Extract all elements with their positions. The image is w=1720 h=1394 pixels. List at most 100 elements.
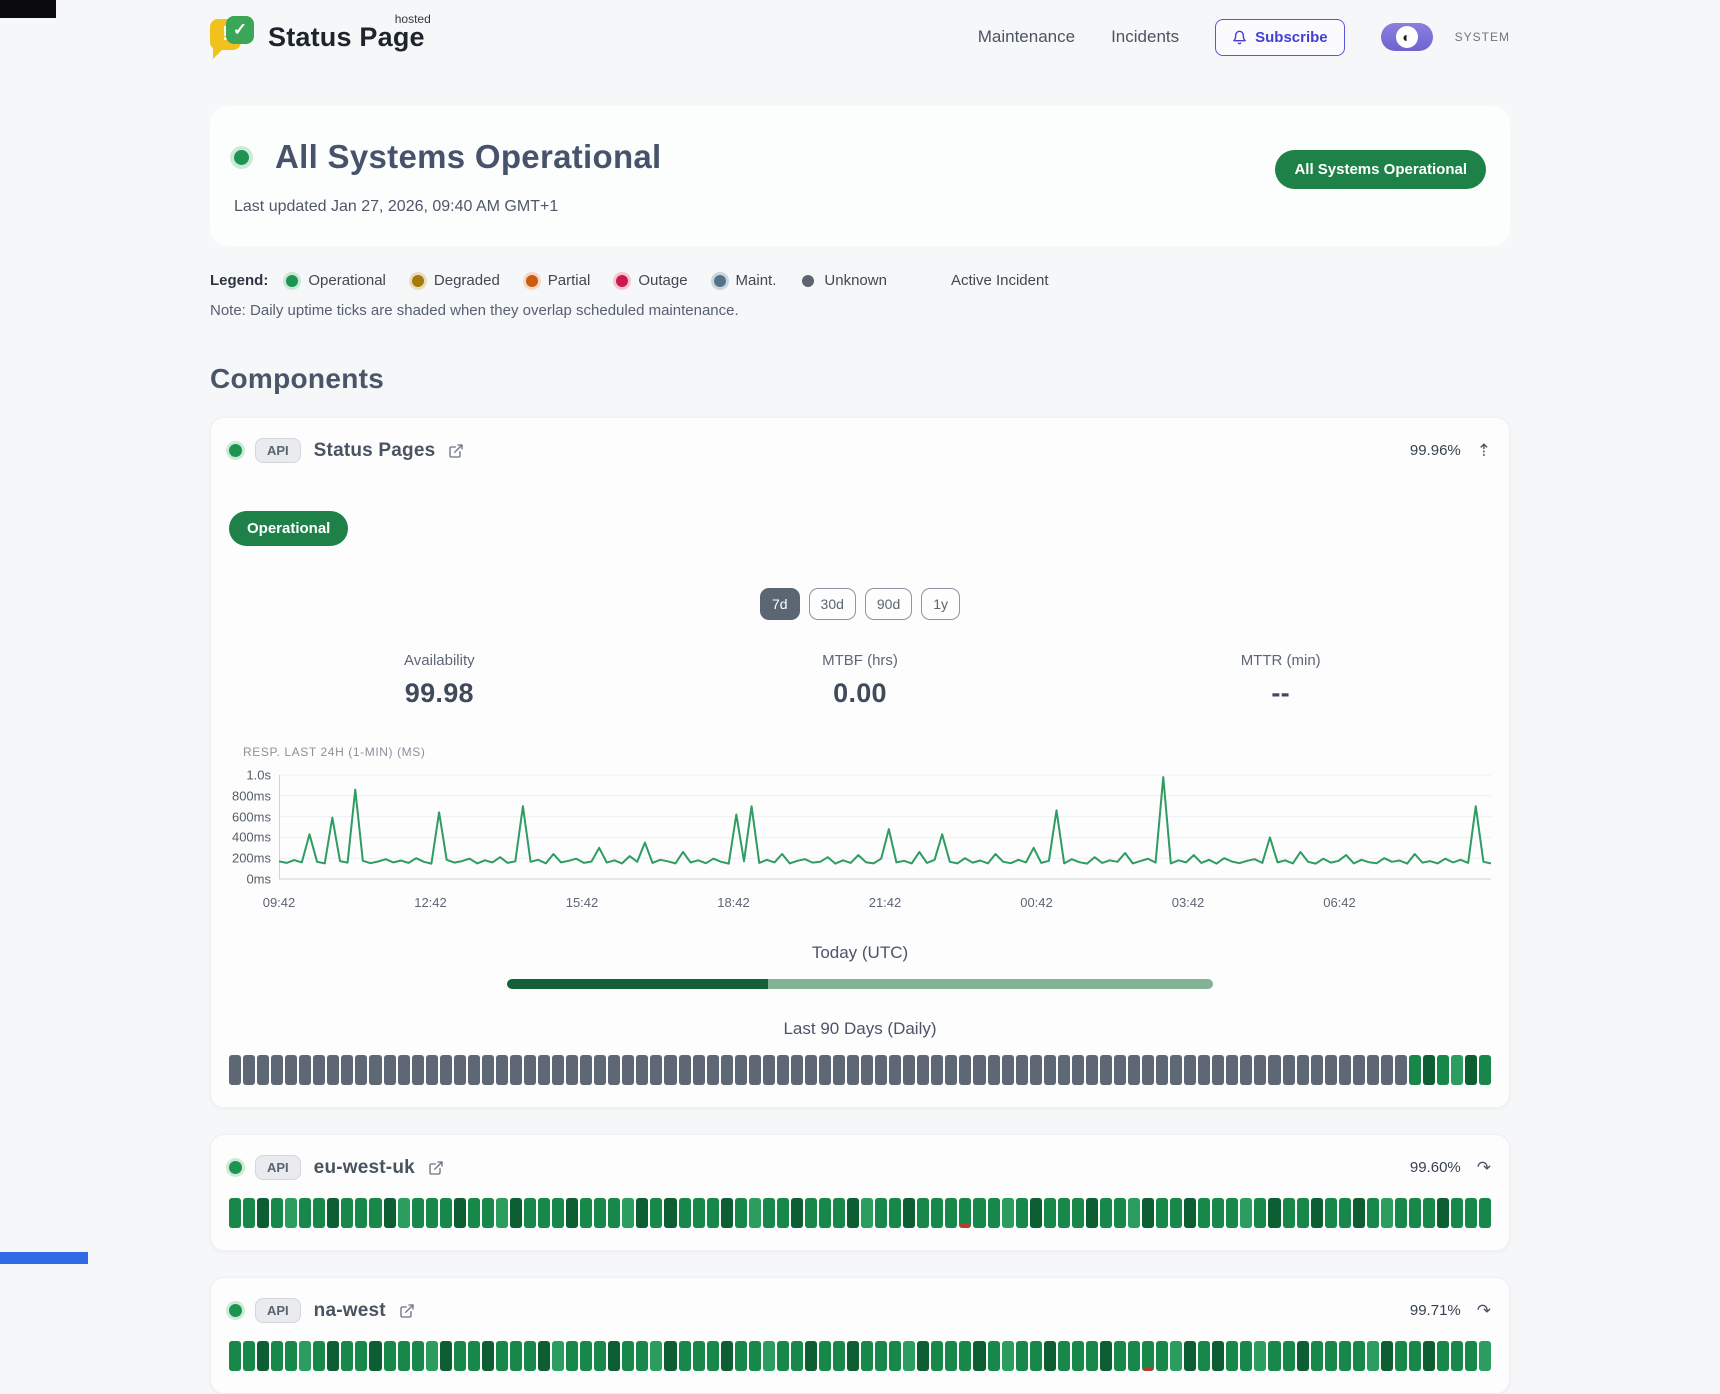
uptime-day-tick[interactable] bbox=[1353, 1055, 1365, 1085]
uptime-day-tick[interactable] bbox=[1240, 1341, 1252, 1371]
uptime-day-tick[interactable] bbox=[1072, 1341, 1084, 1371]
uptime-day-tick[interactable] bbox=[636, 1055, 648, 1085]
uptime-day-tick[interactable] bbox=[369, 1055, 381, 1085]
uptime-day-tick[interactable] bbox=[552, 1341, 564, 1371]
uptime-day-tick[interactable] bbox=[440, 1198, 452, 1228]
uptime-day-tick[interactable] bbox=[313, 1198, 325, 1228]
uptime-day-tick[interactable] bbox=[1226, 1198, 1238, 1228]
uptime-day-tick[interactable] bbox=[1198, 1055, 1210, 1085]
uptime-day-tick[interactable] bbox=[749, 1341, 761, 1371]
uptime-day-tick[interactable] bbox=[1100, 1341, 1112, 1371]
uptime-day-tick[interactable] bbox=[721, 1198, 733, 1228]
uptime-day-tick[interactable] bbox=[847, 1198, 859, 1228]
uptime-day-tick[interactable] bbox=[327, 1198, 339, 1228]
uptime-day-tick[interactable] bbox=[707, 1341, 719, 1371]
uptime-day-tick[interactable] bbox=[1395, 1055, 1407, 1085]
uptime-day-tick[interactable] bbox=[412, 1198, 424, 1228]
external-link-icon[interactable] bbox=[428, 1160, 444, 1176]
uptime-day-tick[interactable] bbox=[257, 1341, 269, 1371]
uptime-day-tick[interactable] bbox=[1142, 1055, 1154, 1085]
uptime-day-tick[interactable] bbox=[524, 1198, 536, 1228]
uptime-day-tick[interactable] bbox=[931, 1055, 943, 1085]
uptime-day-tick[interactable] bbox=[566, 1341, 578, 1371]
uptime-day-tick[interactable] bbox=[1128, 1341, 1140, 1371]
uptime-day-tick[interactable] bbox=[1184, 1055, 1196, 1085]
uptime-day-tick[interactable] bbox=[1409, 1198, 1421, 1228]
uptime-day-tick[interactable] bbox=[1409, 1341, 1421, 1371]
uptime-day-tick[interactable] bbox=[1086, 1198, 1098, 1228]
uptime-day-tick[interactable] bbox=[1212, 1055, 1224, 1085]
uptime-day-tick[interactable] bbox=[805, 1198, 817, 1228]
uptime-day-tick[interactable] bbox=[1072, 1198, 1084, 1228]
uptime-day-tick[interactable] bbox=[735, 1198, 747, 1228]
theme-toggle[interactable]: ◐ bbox=[1381, 23, 1433, 51]
uptime-day-tick[interactable] bbox=[1044, 1055, 1056, 1085]
uptime-day-tick[interactable] bbox=[875, 1198, 887, 1228]
uptime-day-tick[interactable] bbox=[482, 1198, 494, 1228]
uptime-day-tick[interactable] bbox=[1030, 1055, 1042, 1085]
uptime-day-tick[interactable] bbox=[945, 1198, 957, 1228]
uptime-day-tick[interactable] bbox=[243, 1341, 255, 1371]
uptime-day-tick[interactable] bbox=[721, 1055, 733, 1085]
uptime-day-tick[interactable] bbox=[889, 1055, 901, 1085]
uptime-day-tick[interactable] bbox=[468, 1341, 480, 1371]
uptime-day-tick[interactable] bbox=[650, 1055, 662, 1085]
uptime-day-tick[interactable] bbox=[1381, 1198, 1393, 1228]
uptime-day-tick[interactable] bbox=[1465, 1341, 1477, 1371]
uptime-day-tick[interactable] bbox=[1437, 1341, 1449, 1371]
uptime-day-tick[interactable] bbox=[973, 1198, 985, 1228]
uptime-day-tick[interactable] bbox=[369, 1341, 381, 1371]
range-button-90d[interactable]: 90d bbox=[865, 588, 912, 620]
uptime-day-tick[interactable] bbox=[917, 1198, 929, 1228]
uptime-day-tick[interactable] bbox=[594, 1055, 606, 1085]
uptime-day-tick[interactable] bbox=[1002, 1055, 1014, 1085]
uptime-day-tick[interactable] bbox=[1030, 1198, 1042, 1228]
uptime-day-tick[interactable] bbox=[988, 1055, 1000, 1085]
uptime-day-tick[interactable] bbox=[384, 1198, 396, 1228]
uptime-day-tick[interactable] bbox=[1423, 1198, 1435, 1228]
uptime-day-tick[interactable] bbox=[973, 1341, 985, 1371]
uptime-day-tick[interactable] bbox=[496, 1341, 508, 1371]
uptime-day-tick[interactable] bbox=[1114, 1341, 1126, 1371]
uptime-day-tick[interactable] bbox=[679, 1198, 691, 1228]
uptime-day-tick[interactable] bbox=[1297, 1055, 1309, 1085]
uptime-day-tick[interactable] bbox=[454, 1341, 466, 1371]
uptime-day-tick[interactable] bbox=[271, 1341, 283, 1371]
uptime-day-tick[interactable] bbox=[622, 1341, 634, 1371]
uptime-day-tick[interactable] bbox=[917, 1341, 929, 1371]
uptime-day-tick[interactable] bbox=[903, 1341, 915, 1371]
subscribe-button[interactable]: Subscribe bbox=[1215, 19, 1345, 56]
uptime-day-tick[interactable] bbox=[959, 1341, 971, 1371]
uptime-day-tick[interactable] bbox=[1114, 1055, 1126, 1085]
uptime-day-tick[interactable] bbox=[777, 1055, 789, 1085]
uptime-day-tick[interactable] bbox=[1044, 1198, 1056, 1228]
uptime-day-tick[interactable] bbox=[1423, 1055, 1435, 1085]
uptime-day-tick[interactable] bbox=[1184, 1341, 1196, 1371]
uptime-day-tick[interactable] bbox=[1016, 1341, 1028, 1371]
uptime-day-tick[interactable] bbox=[299, 1341, 311, 1371]
uptime-day-tick[interactable] bbox=[1339, 1055, 1351, 1085]
uptime-day-tick[interactable] bbox=[749, 1198, 761, 1228]
uptime-day-tick[interactable] bbox=[1297, 1198, 1309, 1228]
uptime-day-tick[interactable] bbox=[763, 1198, 775, 1228]
uptime-day-tick[interactable] bbox=[1016, 1055, 1028, 1085]
uptime-day-tick[interactable] bbox=[594, 1341, 606, 1371]
uptime-day-tick[interactable] bbox=[468, 1055, 480, 1085]
uptime-day-tick[interactable] bbox=[426, 1055, 438, 1085]
uptime-day-tick[interactable] bbox=[988, 1341, 1000, 1371]
uptime-day-tick[interactable] bbox=[1212, 1198, 1224, 1228]
uptime-day-tick[interactable] bbox=[636, 1341, 648, 1371]
uptime-day-tick[interactable] bbox=[847, 1341, 859, 1371]
uptime-day-tick[interactable] bbox=[496, 1198, 508, 1228]
uptime-day-tick[interactable] bbox=[1170, 1055, 1182, 1085]
uptime-day-tick[interactable] bbox=[229, 1341, 241, 1371]
uptime-day-tick[interactable] bbox=[608, 1055, 620, 1085]
uptime-day-tick[interactable] bbox=[1058, 1341, 1070, 1371]
uptime-day-tick[interactable] bbox=[229, 1198, 241, 1228]
uptime-day-tick[interactable] bbox=[1437, 1198, 1449, 1228]
uptime-day-tick[interactable] bbox=[1451, 1055, 1463, 1085]
uptime-day-tick[interactable] bbox=[959, 1055, 971, 1085]
uptime-day-tick[interactable] bbox=[707, 1198, 719, 1228]
uptime-day-tick[interactable] bbox=[355, 1341, 367, 1371]
external-link-icon[interactable] bbox=[448, 443, 464, 459]
